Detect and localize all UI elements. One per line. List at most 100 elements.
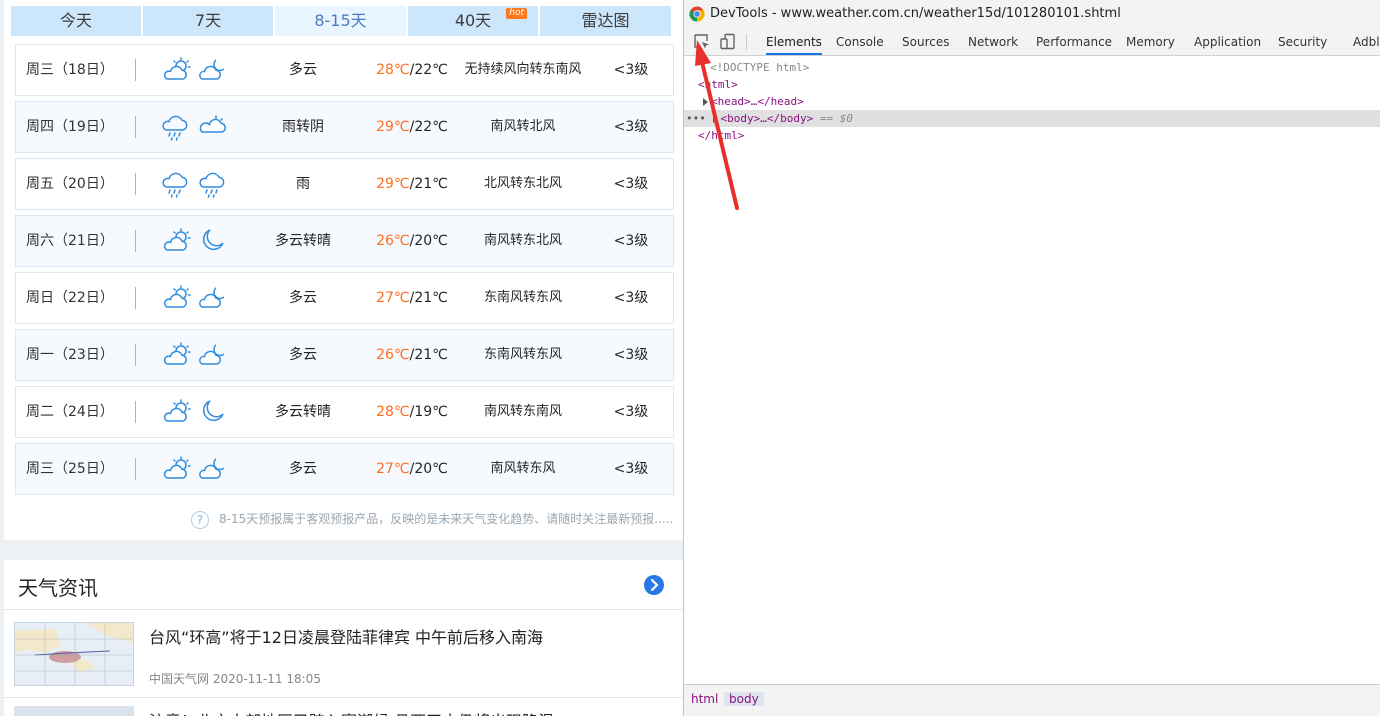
temp-high: 29℃ [376, 119, 410, 135]
tab-performance[interactable]: Performance [1036, 28, 1112, 55]
cloudy-night-icon [198, 285, 228, 315]
expand-triangle-icon[interactable] [703, 98, 708, 106]
tab-sources[interactable]: Sources [902, 28, 949, 55]
expand-triangle-icon[interactable] [712, 115, 718, 123]
devtools-titlebar: DevTools - www.weather.com.cn/weather15d… [684, 0, 1380, 28]
temp-high: 28℃ [376, 62, 410, 78]
hot-badge: hot [506, 8, 527, 19]
day-date: 周六（21日） [26, 233, 114, 249]
day-temperature: 29℃/22℃ [376, 102, 448, 152]
temp-low: /22℃ [409, 119, 448, 135]
chevron-right-icon[interactable] [644, 575, 664, 595]
partly-cloudy-day-icon [161, 285, 193, 315]
dom-html-open[interactable]: <html> [684, 76, 1380, 93]
day-wind: 南风转东北风 [483, 233, 562, 248]
tab-7-days[interactable]: 7天 [143, 6, 273, 36]
day-wind: 无持续风向转东南风 [464, 62, 582, 77]
day-date: 周五（20日） [26, 176, 114, 192]
temp-high: 26℃ [376, 347, 410, 363]
temp-high: 29℃ [376, 176, 410, 192]
forecast-tabs: 今天 7天 8-15天 40天 hot 雷达图 [11, 6, 673, 36]
news-headline[interactable]: 台风“环高”将于12日凌晨登陆菲律宾 中午前后移入南海 [149, 624, 543, 648]
day-weather: 多云转晴 [275, 404, 331, 420]
day-wind-level: <3级 [613, 62, 649, 78]
day-date: 周三（18日） [26, 62, 114, 78]
forecast-day-row[interactable]: 周日（22日） 多云 27℃/21℃ 东南风转东风 <3级 [15, 272, 674, 324]
day-wind-level: <3级 [613, 347, 649, 363]
cloudy-night-icon [198, 57, 228, 87]
more-dots-icon[interactable]: ••• [686, 112, 706, 125]
tab-adblock[interactable]: Adblo [1353, 28, 1380, 55]
temp-high: 27℃ [376, 290, 410, 306]
news-headline[interactable]: 注意！北方大部地区已跨入寒潮候 且两天内仍将出现降温 [149, 708, 554, 716]
forecast-day-row[interactable]: 周一（23日） 多云 26℃/21℃ 东南风转东风 <3级 [15, 329, 674, 381]
devtools-toolbar: Elements Console Sources Network Perform… [684, 28, 1380, 56]
day-weather: 多云 [289, 461, 317, 477]
temp-high: 27℃ [376, 461, 410, 477]
tab-network[interactable]: Network [968, 28, 1018, 55]
divider [4, 697, 683, 698]
forecast-day-row[interactable]: 周六（21日） 多云转晴 26℃/20℃ 南风转东北风 <3级 [15, 215, 674, 267]
news-meta: 中国天气网 2020-11-11 18:05 [149, 672, 321, 686]
device-toolbar-icon[interactable] [719, 33, 737, 51]
temp-low: /21℃ [409, 176, 448, 192]
breadcrumb-html[interactable]: html [686, 692, 723, 706]
day-wind-level: <3级 [613, 404, 649, 420]
day-weather: 多云 [289, 347, 317, 363]
forecast-day-row[interactable]: 周三（25日） 多云 27℃/20℃ 南风转东风 <3级 [15, 443, 674, 495]
temp-low: /22℃ [409, 62, 448, 78]
forecast-day-row[interactable]: 周五（20日） 雨 29℃/21℃ 北风转东北风 <3级 [15, 158, 674, 210]
devtools-title: DevTools - www.weather.com.cn/weather15d… [710, 6, 1121, 21]
temp-high: 28℃ [376, 404, 410, 420]
divider [4, 609, 683, 610]
day-temperature: 26℃/21℃ [376, 330, 448, 380]
divider [135, 287, 136, 309]
news-section-title: 天气资讯 [18, 576, 98, 600]
dom-head[interactable]: <head>…</head> [684, 93, 1380, 110]
partly-cloudy-day-icon [161, 399, 193, 429]
day-temperature: 26℃/20℃ [376, 216, 448, 266]
tab-security[interactable]: Security [1278, 28, 1327, 55]
elements-dom-tree: <!DOCTYPE html> <html> <head>…</head> ••… [684, 57, 1380, 684]
day-wind-level: <3级 [613, 461, 649, 477]
day-date: 周三（25日） [26, 461, 114, 477]
overcast-night-icon [198, 114, 228, 144]
news-thumbnail[interactable] [14, 706, 134, 716]
divider [135, 116, 136, 138]
dom-html-close[interactable]: </html> [684, 127, 1380, 144]
rain-icon [161, 171, 191, 203]
tab-memory[interactable]: Memory [1126, 28, 1175, 55]
dom-doctype[interactable]: <!DOCTYPE html> [684, 59, 1380, 76]
day-wind-level: <3级 [613, 290, 649, 306]
moon-icon [198, 399, 226, 429]
divider [135, 344, 136, 366]
tab-today[interactable]: 今天 [11, 6, 141, 36]
forecast-day-row[interactable]: 周二（24日） 多云转晴 28℃/19℃ 南风转东南风 <3级 [15, 386, 674, 438]
breadcrumb-body[interactable]: body [724, 692, 764, 706]
forecast-day-row[interactable]: 周三（18日） 多云 28℃/22℃ 无持续风向转东南风 <3级 [15, 44, 674, 96]
tab-8-15-days[interactable]: 8-15天 [275, 6, 406, 36]
tab-console[interactable]: Console [836, 28, 884, 55]
day-weather: 雨 [296, 176, 310, 192]
day-weather: 雨转阴 [282, 119, 324, 135]
temp-low: /21℃ [409, 347, 448, 363]
day-temperature: 28℃/22℃ [376, 45, 448, 95]
cloudy-night-icon [198, 456, 228, 486]
help-icon[interactable]: ? [191, 510, 209, 529]
news-thumbnail-typhoon-map[interactable] [14, 622, 134, 686]
tab-40-days[interactable]: 40天 hot [408, 6, 538, 36]
inspect-element-icon[interactable] [693, 33, 711, 51]
breadcrumb: html body [684, 684, 1380, 716]
news-section: 天气资讯 台风“环高”将于12日凌晨登陆菲律宾 中午前后移入南海 中国天气网 2… [4, 560, 683, 716]
tab-radar[interactable]: 雷达图 [540, 6, 671, 36]
tab-application[interactable]: Application [1194, 28, 1261, 55]
forecast-day-row[interactable]: 周四（19日） 雨转阴 29℃/22℃ 南风转北风 <3级 [15, 101, 674, 153]
toolbar-separator [746, 34, 747, 50]
tab-elements[interactable]: Elements [766, 28, 822, 55]
devtools-window: DevTools - www.weather.com.cn/weather15d… [683, 0, 1380, 716]
day-wind: 北风转东北风 [483, 176, 562, 191]
temp-low: /20℃ [409, 233, 448, 249]
divider [135, 401, 136, 423]
forecast-day-list: 周三（18日） 多云 28℃/22℃ 无持续风向转东南风 <3级 周四（19日） 雨转阴 29… [15, 44, 674, 500]
dom-body[interactable]: ••• <body>…</body> == $0 [684, 110, 1380, 127]
